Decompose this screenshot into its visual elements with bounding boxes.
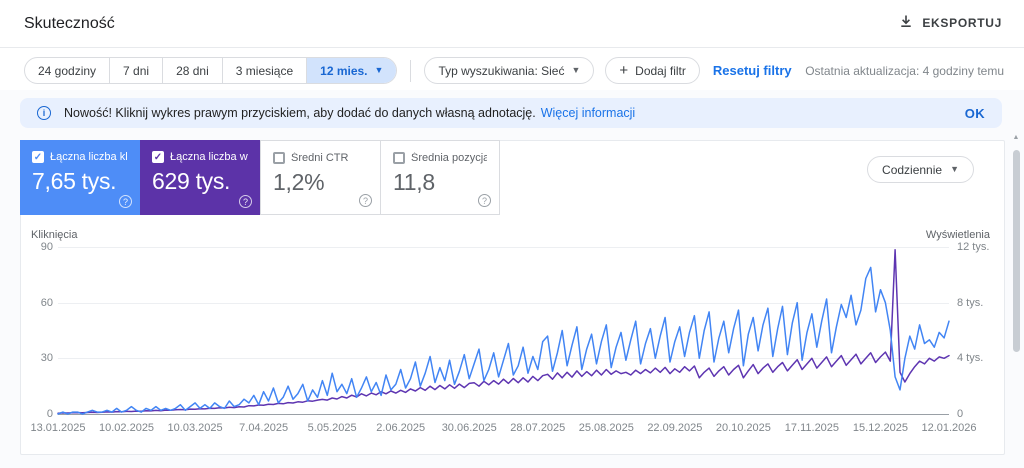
metric-value: 1,2% [273,169,325,195]
page-title: Skuteczność [24,15,115,32]
series-line-Wyświetlenia[interactable] [57,249,950,414]
range-chip-7d[interactable]: 7 dni [109,58,162,83]
info-icon: i [37,106,51,120]
granularity-dropdown[interactable]: Codziennie ▼ [867,156,974,183]
metric-label: Średnia pozycja [411,152,487,164]
help-icon[interactable]: ? [478,194,491,207]
chevron-down-icon: ▼ [571,65,581,75]
chevron-down-icon: ▼ [374,65,384,75]
search-type-label: Typ wyszukiwania: Sieć [438,63,565,78]
chevron-down-icon: ▼ [950,164,959,174]
last-update-text: Ostatnia aktualizacja: 4 godziny temu [805,63,1004,78]
metric-label: Łączna liczba wy... [170,151,248,163]
add-filter-button[interactable]: + Dodaj filtr [605,57,700,84]
range-chip-label: 3 miesiące [235,63,294,78]
metric-cards: ✓ Łączna liczba klik... 7,65 tys. ? ✓ Łą… [20,140,500,215]
metric-value: 629 tys. [152,168,231,194]
metric-value: 11,8 [393,169,435,195]
metric-card-impressions[interactable]: ✓ Łączna liczba wy... 629 tys. ? [140,140,260,215]
metric-card-position[interactable]: Średnia pozycja 11,8 ? [380,140,500,215]
series-line-Kliknięcia[interactable] [57,266,950,415]
range-chip-24h[interactable]: 24 godziny [25,58,109,83]
help-icon[interactable]: ? [359,194,372,207]
checkbox-checked-icon[interactable]: ✓ [152,151,164,163]
range-chip-label: 28 dni [176,63,209,78]
date-range-group: 24 godziny 7 dni 28 dni 3 miesiące 12 mi… [24,57,398,84]
performance-chart[interactable]: Kliknięcia Wyświetlenia 0 30 60 90 0 4 tys. 8 … [21,226,1004,454]
add-filter-label: Dodaj filtr [635,63,686,78]
reset-filters-link[interactable]: Resetuj filtry [713,63,792,78]
annotation-banner: i Nowość! Kliknij wykres prawym przycisk… [20,98,1002,128]
banner-ok-button[interactable]: OK [965,106,985,121]
range-chip-3m[interactable]: 3 miesiące [221,58,306,83]
help-icon[interactable]: ? [239,195,252,208]
performance-panel: ✓ Łączna liczba klik... 7,65 tys. ? ✓ Łą… [20,140,1005,455]
chart-lines[interactable] [21,226,1004,454]
scrollbar-up-arrow[interactable]: ▲ [1008,134,1024,141]
metric-value: 7,65 tys. [32,168,117,194]
banner-more-info-link[interactable]: Więcej informacji [541,106,635,120]
metric-card-header: Średni CTR [273,152,368,164]
metric-card-header: ✓ Łączna liczba klik... [32,151,128,163]
range-chip-label: 7 dni [123,63,150,78]
granularity-label: Codziennie [882,162,943,177]
checkbox-unchecked-icon[interactable] [393,152,405,164]
metric-card-ctr[interactable]: Średni CTR 1,2% ? [260,140,380,215]
export-label: EKSPORTUJ [922,15,1002,30]
vertical-scrollbar[interactable]: ▲ [1008,128,1024,468]
download-icon [899,14,913,31]
top-bar: Skuteczność EKSPORTUJ [0,0,1024,48]
checkbox-unchecked-icon[interactable] [273,152,285,164]
plus-icon: + [619,62,629,79]
filter-row: 24 godziny 7 dni 28 dni 3 miesiące 12 mi… [24,57,1004,84]
help-icon[interactable]: ? [119,195,132,208]
export-button[interactable]: EKSPORTUJ [899,14,1002,31]
scrollbar-thumb[interactable] [1013,150,1020,352]
range-chip-12m-selected[interactable]: 12 mies. ▼ [306,58,397,83]
metric-label: Średni CTR [291,152,349,164]
search-type-filter[interactable]: Typ wyszukiwania: Sieć ▼ [424,57,595,84]
metric-card-header: Średnia pozycja [393,152,487,164]
performance-page: Skuteczność EKSPORTUJ 24 godziny 7 dni 2… [0,0,1024,468]
range-chip-28d[interactable]: 28 dni [162,58,222,83]
filter-divider [410,59,412,82]
metric-card-header: ✓ Łączna liczba wy... [152,151,248,163]
banner-text: Nowość! Kliknij wykres prawym przyciskie… [64,106,536,120]
checkbox-checked-icon[interactable]: ✓ [32,151,44,163]
range-chip-label: 24 godziny [38,63,97,78]
metric-card-clicks[interactable]: ✓ Łączna liczba klik... 7,65 tys. ? [20,140,140,215]
range-chip-label: 12 mies. [320,63,368,78]
metric-label: Łączna liczba klik... [50,151,128,163]
